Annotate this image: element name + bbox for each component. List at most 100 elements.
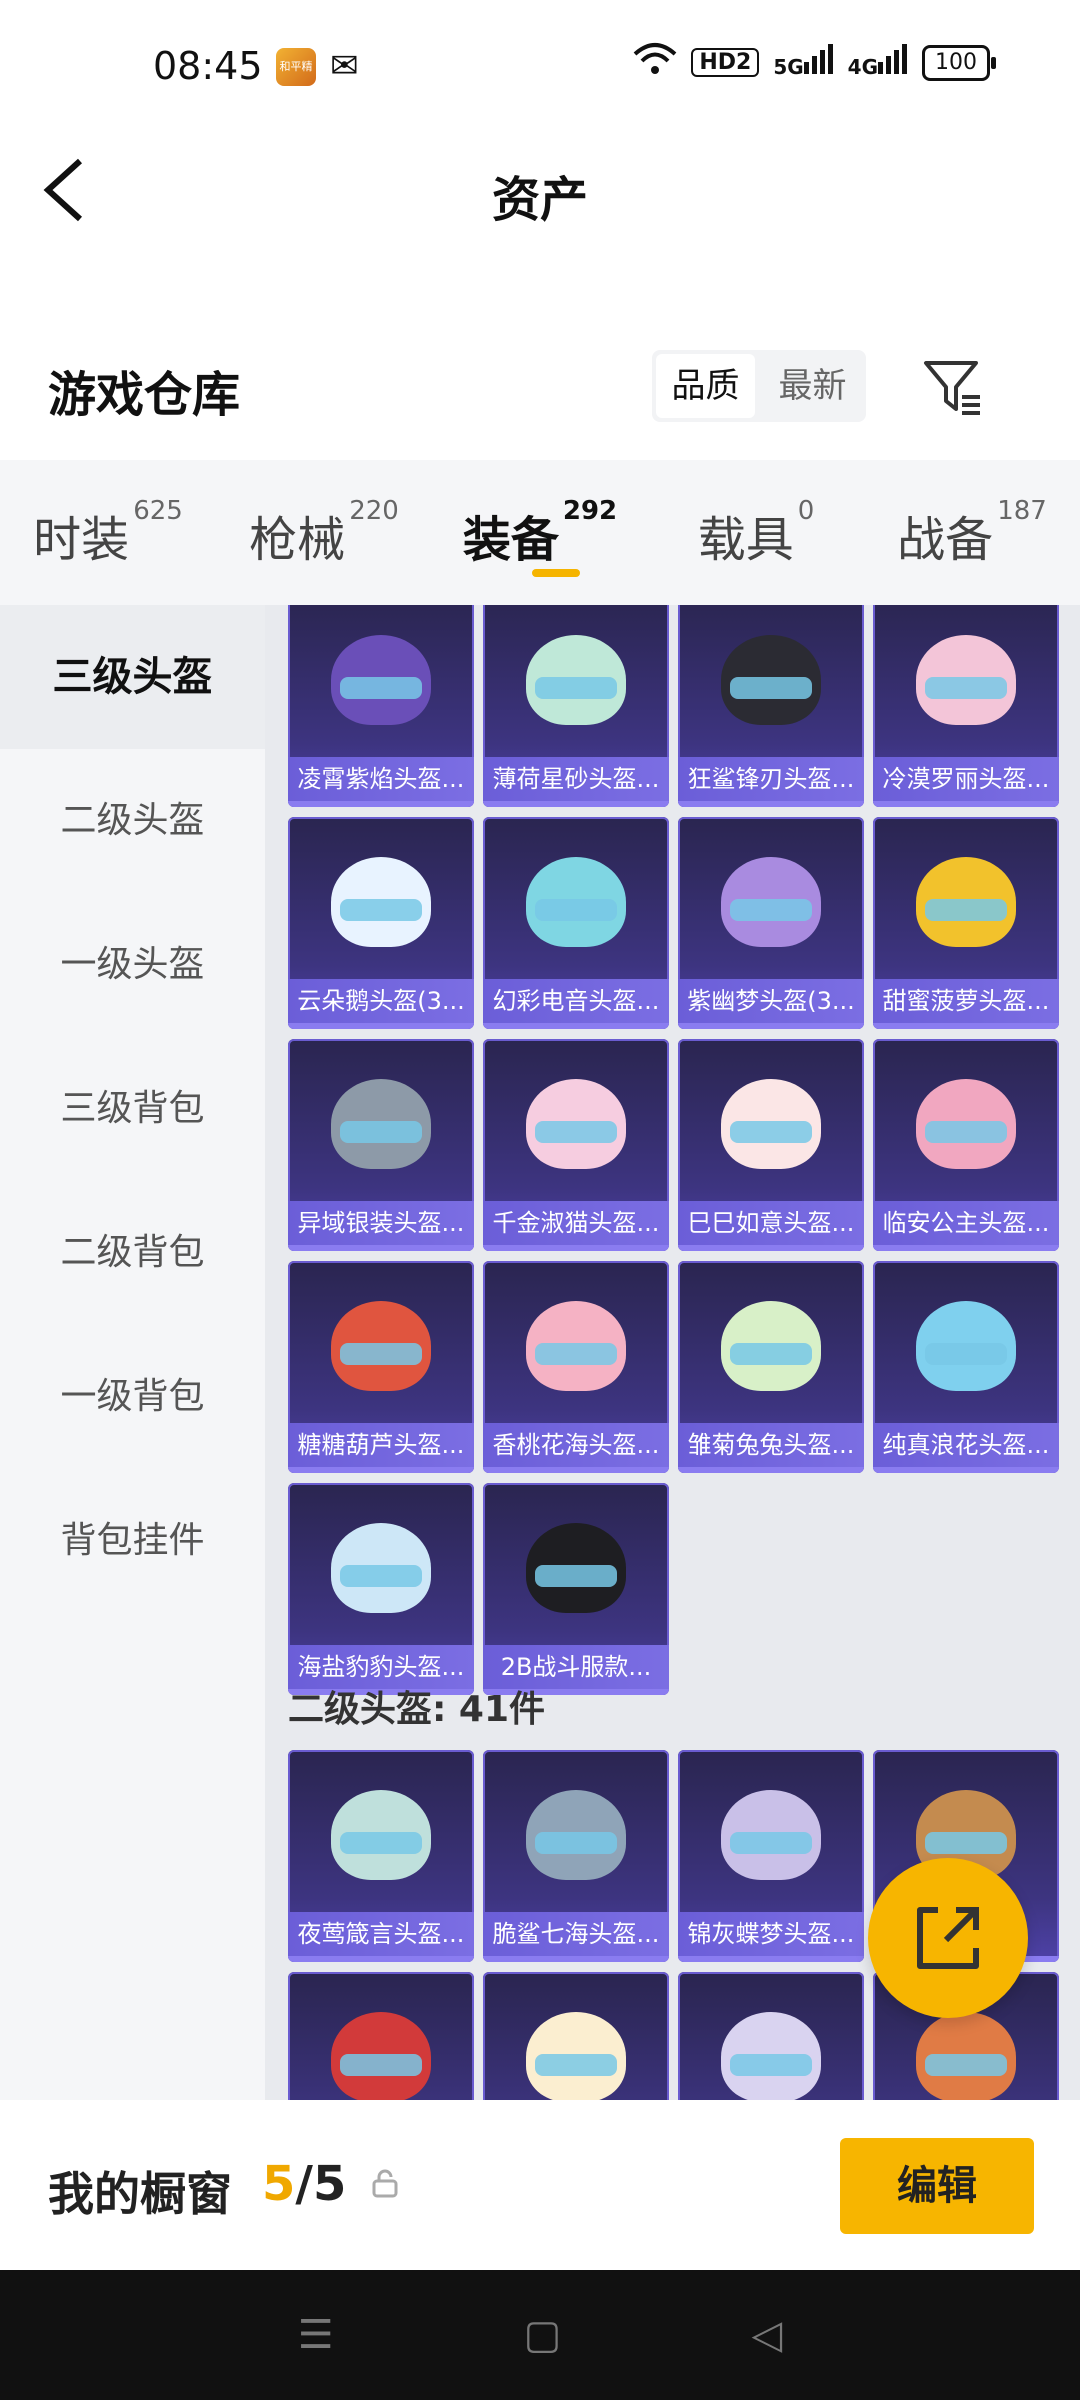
rarity-bar [288, 1956, 474, 1962]
item-card[interactable]: 紫幽梦头盔(3... [678, 817, 864, 1029]
share-export-icon [917, 1907, 979, 1969]
helmet-visor [925, 899, 1007, 921]
item-name: 异域银装头盔... [288, 1201, 474, 1245]
showcase-bar: 我的橱窗 5/5 编辑 [0, 2100, 1080, 2270]
helmet-visor [535, 2054, 617, 2076]
item-name: 幻彩电音头盔... [483, 979, 669, 1023]
helmet-visor [730, 899, 812, 921]
helmet-visor [340, 1343, 422, 1365]
helmet-visor [925, 1832, 1007, 1854]
signal-5g-icon: 5G [773, 44, 833, 81]
helmet-visor [340, 2054, 422, 2076]
helmet-visor [535, 899, 617, 921]
helmet-visor [340, 1565, 422, 1587]
status-time: 08:45 [153, 44, 263, 88]
item-name: 千金淑猫头盔... [483, 1201, 669, 1245]
helmet-visor [925, 2054, 1007, 2076]
item-card[interactable]: 云朵鹅头盔(3... [288, 817, 474, 1029]
status-bar: 08:45 和平精英 ✉ HD2 5G 4G 100 [0, 0, 1080, 135]
item-card[interactable]: 甜蜜菠萝头盔... [873, 817, 1059, 1029]
item-card[interactable]: 纯真浪花头盔... [873, 1261, 1059, 1473]
item-name: 紫幽梦头盔(3... [678, 979, 864, 1023]
tab-fashion[interactable]: 时装625 [0, 460, 216, 605]
item-card[interactable]: 海盐豹豹头盔... [288, 1483, 474, 1695]
item-name: 纯真浪花头盔... [873, 1423, 1059, 1467]
item-name: 夜莺箴言头盔... [288, 1912, 474, 1956]
helmet-visor [535, 1121, 617, 1143]
helmet-visor [535, 1565, 617, 1587]
helmet-visor [925, 1343, 1007, 1365]
sidebar-item-lvl3-helmet[interactable]: 三级头盔 [0, 605, 265, 749]
item-card[interactable]: 锦灰蝶梦头盔... [678, 1750, 864, 1962]
sort-newest-button[interactable]: 最新 [763, 354, 862, 418]
tab-gear[interactable]: 战备187 [864, 460, 1080, 605]
item-name: 临安公主头盔... [873, 1201, 1059, 1245]
filter-button[interactable] [920, 355, 986, 421]
item-name: 巳巳如意头盔... [678, 1201, 864, 1245]
app-notification-icon: 和平精英 [276, 48, 316, 111]
item-card[interactable]: 巳巳如意头盔... [678, 1039, 864, 1251]
rarity-bar [873, 801, 1059, 807]
sidebar-item-backpack-pendant[interactable]: 背包挂件 [0, 1469, 265, 1613]
item-name: 甜蜜菠萝头盔... [873, 979, 1059, 1023]
item-card[interactable]: 夜莺箴言头盔... [288, 1750, 474, 1962]
lvl3-helmet-grid: 凌霄紫焰头盔... 薄荷星砂头盔... 狂鲨锋刃头盔... 冷漠罗丽头盔... 云朵鹅头… [288, 605, 1059, 1695]
tab-vehicles[interactable]: 载具0 [648, 460, 864, 605]
item-card[interactable] [483, 1972, 669, 2100]
rarity-bar [678, 1467, 864, 1473]
sidebar-item-lvl3-backpack[interactable]: 三级背包 [0, 1037, 265, 1181]
item-card[interactable]: 脆鲨七海头盔... [483, 1750, 669, 1962]
item-name: 糖糖葫芦头盔... [288, 1423, 474, 1467]
sidebar-item-lvl2-helmet[interactable]: 二级头盔 [0, 749, 265, 893]
item-card[interactable]: 千金淑猫头盔... [483, 1039, 669, 1251]
item-card[interactable]: 狂鲨锋刃头盔... [678, 605, 864, 807]
item-name: 薄荷星砂头盔... [483, 757, 669, 801]
helmet-visor [730, 1343, 812, 1365]
warehouse-title: 游戏仓库 [48, 367, 241, 423]
item-card[interactable]: 香桃花海头盔... [483, 1261, 669, 1473]
item-card[interactable] [678, 1972, 864, 2100]
item-card[interactable]: 冷漠罗丽头盔... [873, 605, 1059, 807]
lock-icon [370, 2168, 400, 2206]
item-name: 狂鲨锋刃头盔... [678, 757, 864, 801]
tab-equipment[interactable]: 装备292 [432, 460, 648, 605]
item-name: 脆鲨七海头盔... [483, 1912, 669, 1956]
signal-4g-icon: 4G [848, 44, 908, 81]
tab-weapons[interactable]: 枪械220 [216, 460, 432, 605]
rarity-bar [873, 1245, 1059, 1251]
sidebar-item-lvl1-backpack[interactable]: 一级背包 [0, 1325, 265, 1469]
item-name: 香桃花海头盔... [483, 1423, 669, 1467]
rarity-bar [678, 801, 864, 807]
back-nav-icon[interactable]: ◁ [751, 2312, 782, 2358]
item-card[interactable]: 幻彩电音头盔... [483, 817, 669, 1029]
showcase-count: 5/5 [262, 2156, 347, 2212]
helmet-visor [535, 677, 617, 699]
rarity-bar [873, 1467, 1059, 1473]
item-card[interactable] [288, 1972, 474, 2100]
home-icon[interactable]: ▢ [524, 2312, 562, 2358]
rarity-bar [288, 801, 474, 807]
hd-icon: HD2 [691, 48, 760, 77]
helmet-visor [340, 677, 422, 699]
item-card[interactable]: 雏菊兔兔头盔... [678, 1261, 864, 1473]
item-card[interactable]: 糖糖葫芦头盔... [288, 1261, 474, 1473]
item-card[interactable]: 凌霄紫焰头盔... [288, 605, 474, 807]
helmet-visor [925, 1121, 1007, 1143]
edit-button[interactable]: 编辑 [840, 2138, 1034, 2234]
item-name: 凌霄紫焰头盔... [288, 757, 474, 801]
sidebar-item-lvl1-helmet[interactable]: 一级头盔 [0, 893, 265, 1037]
menu-icon[interactable]: ☰ [298, 2312, 334, 2358]
item-card[interactable]: 异域银装头盔... [288, 1039, 474, 1251]
sort-quality-button[interactable]: 品质 [656, 354, 755, 418]
share-fab-button[interactable] [868, 1858, 1028, 2018]
rarity-bar [678, 1023, 864, 1029]
item-name: 雏菊兔兔头盔... [678, 1423, 864, 1467]
category-tabs: 时装625 枪械220 装备292 载具0 战备187 [0, 460, 1080, 605]
rarity-bar [483, 1467, 669, 1473]
sidebar-item-lvl2-backpack[interactable]: 二级背包 [0, 1181, 265, 1325]
helmet-visor [535, 1343, 617, 1365]
item-card[interactable]: 临安公主头盔... [873, 1039, 1059, 1251]
helmet-visor [730, 1832, 812, 1854]
item-card[interactable]: 薄荷星砂头盔... [483, 605, 669, 807]
item-card[interactable]: 2B战斗服款... [483, 1483, 669, 1695]
